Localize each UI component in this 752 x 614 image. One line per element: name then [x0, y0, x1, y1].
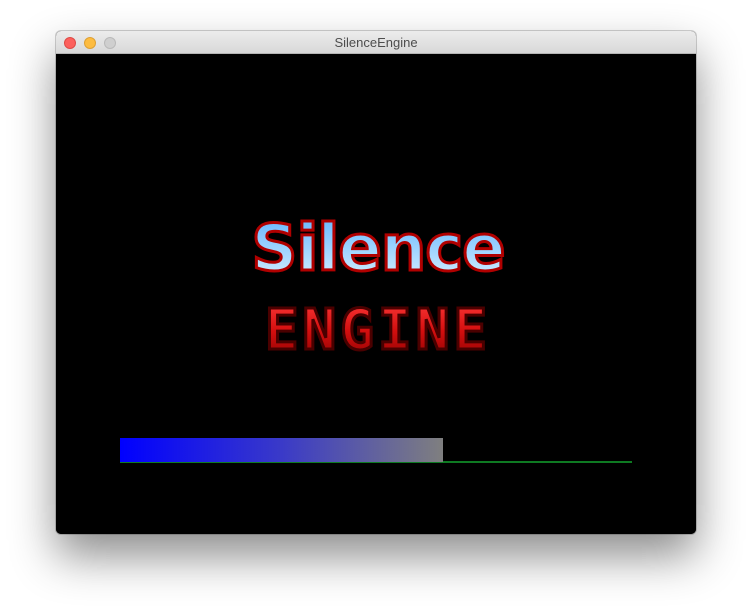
game-canvas[interactable]: Silence ENGINE — [56, 54, 696, 534]
loading-progress-bar — [120, 438, 443, 462]
logo-word-engine: ENGINE — [265, 298, 491, 363]
window-title: SilenceEngine — [334, 35, 418, 50]
silence-engine-logo: Silence ENGINE — [250, 211, 507, 365]
app-window: SilenceEngine Silence ENGINE — [56, 31, 696, 534]
title-bar[interactable]: SilenceEngine — [56, 31, 696, 54]
logo-word-silence: Silence — [251, 212, 504, 286]
